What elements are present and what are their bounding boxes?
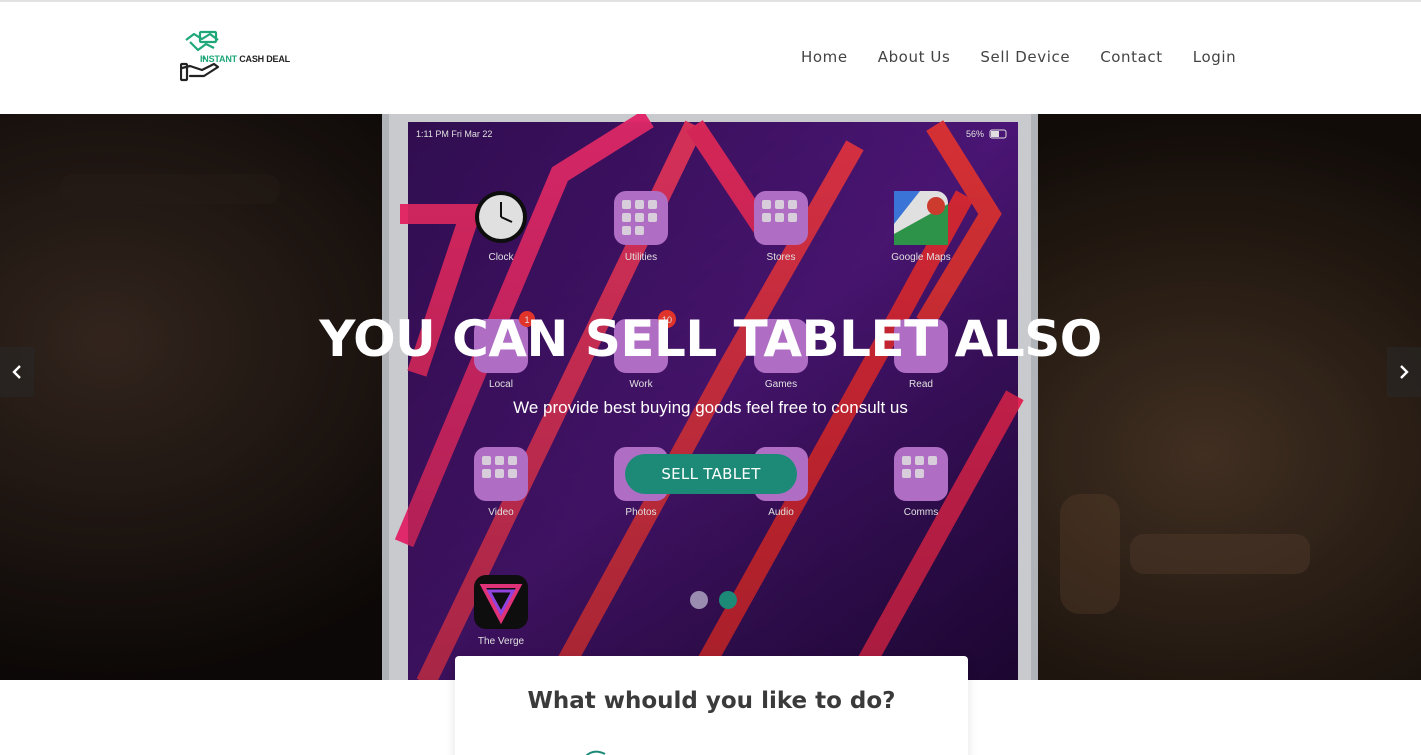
action-card-title: What whould you like to do?	[527, 688, 896, 714]
action-option-icon	[585, 750, 606, 755]
main-nav: Home About Us Sell Device Contact Login	[786, 48, 1251, 66]
carousel-dot-2[interactable]	[719, 591, 737, 609]
action-card: What whould you like to do?	[455, 656, 968, 755]
logo-text: INSTANT CASH DEAL	[200, 54, 290, 64]
carousel-dot-1[interactable]	[690, 591, 708, 609]
nav-home[interactable]: Home	[786, 48, 863, 66]
nav-contact[interactable]: Contact	[1085, 48, 1178, 66]
hero-title: YOU CAN SELL TABLET ALSO	[319, 310, 1102, 368]
site-logo[interactable]: INSTANT CASH DEAL	[179, 30, 305, 84]
nav-about-us[interactable]: About Us	[863, 48, 966, 66]
logo-word-instant: INSTANT	[200, 54, 237, 64]
carousel-indicators	[690, 591, 737, 609]
logo-word-cash-deal: CASH DEAL	[239, 54, 290, 64]
nav-login[interactable]: Login	[1178, 48, 1251, 66]
hero-carousel: 1:11 PM Fri Mar 22 56% Clock Utilities S…	[0, 114, 1421, 680]
sell-tablet-button[interactable]: SELL TABLET	[625, 454, 797, 494]
site-header: INSTANT CASH DEAL Home About Us Sell Dev…	[0, 2, 1421, 114]
nav-sell-device[interactable]: Sell Device	[965, 48, 1085, 66]
hero-subtitle: We provide best buying goods feel free t…	[513, 398, 908, 417]
